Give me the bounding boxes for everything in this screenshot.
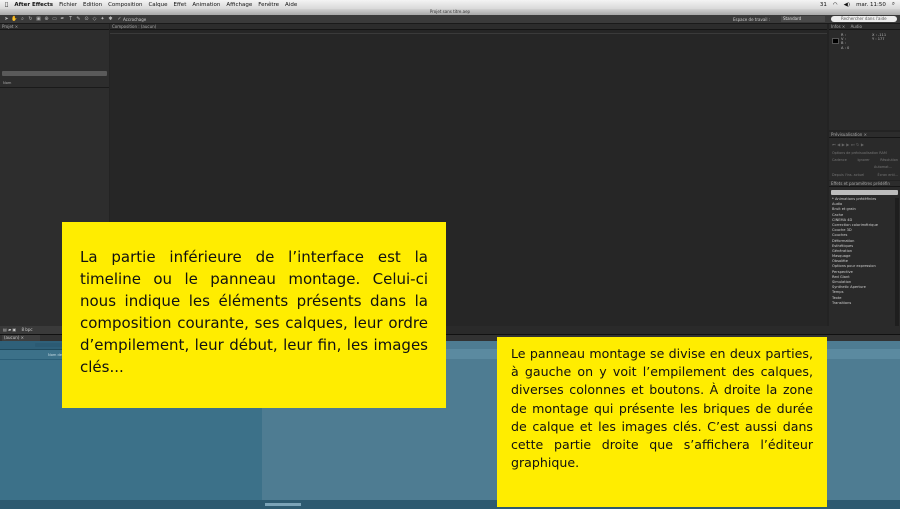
- from-current-checkbox[interactable]: Depuis l'ins. actuel: [832, 173, 864, 177]
- info-panel: [829, 24, 900, 130]
- battery-indicator[interactable]: 31: [820, 2, 827, 8]
- project-column-name[interactable]: Nom: [3, 81, 11, 85]
- menu-clock[interactable]: mar. 11:50: [856, 2, 886, 8]
- tools-toolbar: ➤ ✋ ⌕ ↻ ▣ ⊕ ▭ ✒ T ✎ ⊙ ◇ ✦ ✱ ✓ Accrochage…: [0, 15, 900, 24]
- resolution-col: Résolution: [880, 158, 898, 162]
- timeline-search-input[interactable]: [35, 343, 65, 347]
- timeline-zoom-slider[interactable]: [265, 503, 301, 506]
- ram-preview-icon[interactable]: ▶: [861, 142, 866, 147]
- mask-tool-icon[interactable]: ▭: [51, 16, 58, 23]
- workspace-select[interactable]: Standard: [781, 16, 825, 22]
- effects-item[interactable]: Transitions: [829, 301, 893, 306]
- brush-tool-icon[interactable]: ✎: [75, 16, 82, 23]
- effects-scrollbar[interactable]: [895, 198, 899, 326]
- callout-timeline: La partie inférieure de l’interface est …: [62, 222, 446, 408]
- preview-options: Depuis l'ins. actuel Écran enti...: [832, 173, 898, 177]
- clone-tool-icon[interactable]: ⊙: [83, 16, 90, 23]
- menu-affichage[interactable]: Affichage: [226, 2, 252, 8]
- eraser-tool-icon[interactable]: ◇: [91, 16, 98, 23]
- skip-col: Ignorer: [857, 158, 870, 162]
- menu-fichier[interactable]: Fichier: [59, 2, 77, 8]
- menu-calque[interactable]: Calque: [148, 2, 167, 8]
- project-divider: [0, 87, 109, 88]
- hand-tool-icon[interactable]: ✋: [11, 16, 18, 23]
- effects-list: * Animations prédéfinies Audio Bruit et …: [829, 197, 893, 306]
- rate-col: Cadence: [832, 158, 847, 162]
- info-y: Y : 177: [872, 37, 885, 42]
- info-panel-tabs: Infos × Audio: [829, 24, 900, 30]
- color-swatch: [832, 38, 839, 44]
- roto-brush-tool-icon[interactable]: ✦: [99, 16, 106, 23]
- info-xy-values: X : -111 Y : 177: [872, 33, 886, 41]
- project-panel-tab[interactable]: Projet ×: [0, 24, 109, 30]
- info-color-values: R : V : B : A : 0: [841, 33, 849, 50]
- composition-panel-tab[interactable]: Composition : (aucun): [110, 24, 827, 30]
- wifi-icon[interactable]: ◠: [833, 2, 838, 8]
- workspace-label: Espace de travail :: [733, 17, 771, 22]
- effects-search-input[interactable]: [831, 190, 898, 195]
- menu-composition[interactable]: Composition: [108, 2, 142, 8]
- new-comp-icon[interactable]: ▣: [12, 327, 16, 332]
- audio-tab[interactable]: Audio: [851, 24, 862, 29]
- folder-icon[interactable]: ▰: [8, 327, 11, 332]
- preview-columns: Cadence Ignorer Résolution: [832, 158, 898, 162]
- menu-fenetre[interactable]: Fenêtre: [258, 2, 279, 8]
- preview-controls[interactable]: ⏮◀▶▶⏭↻▶: [832, 142, 865, 147]
- menu-aide[interactable]: Aide: [285, 2, 297, 8]
- snap-label: Accrochage: [123, 17, 147, 22]
- menu-effet[interactable]: Effet: [174, 2, 187, 8]
- info-a: A : 0: [841, 45, 850, 50]
- effects-panel-tab[interactable]: Effets et paramètres prédéfin: [829, 181, 900, 187]
- spotlight-icon[interactable]: ⌕: [892, 1, 895, 8]
- menu-edition[interactable]: Edition: [83, 2, 102, 8]
- help-search-input[interactable]: Rechercher dans l'aide: [831, 16, 897, 22]
- rotate-tool-icon[interactable]: ↻: [27, 16, 34, 23]
- fullscreen-checkbox[interactable]: Écran enti...: [878, 173, 898, 177]
- pan-behind-tool-icon[interactable]: ⊕: [43, 16, 50, 23]
- bpc-label[interactable]: 8 bpc: [21, 327, 32, 332]
- menu-bar:  After Effects Fichier Edition Composit…: [0, 0, 900, 9]
- zoom-tool-icon[interactable]: ⌕: [19, 16, 26, 23]
- selection-tool-icon[interactable]: ➤: [3, 16, 10, 23]
- resolution-value[interactable]: Automat...: [874, 165, 892, 169]
- apple-icon[interactable]: : [5, 2, 8, 8]
- composition-ruler: [110, 33, 827, 34]
- callout-montage: Le panneau montage se divise en deux par…: [497, 337, 827, 507]
- interpret-icon[interactable]: ▤: [3, 327, 7, 332]
- ram-options-label: Options de prévisualisation RAM: [832, 151, 887, 155]
- camera-tool-icon[interactable]: ▣: [35, 16, 42, 23]
- text-tool-icon[interactable]: T: [67, 16, 74, 23]
- info-tab[interactable]: Infos ×: [831, 24, 845, 29]
- puppet-tool-icon[interactable]: ✱: [107, 16, 114, 23]
- snap-checkbox-icon[interactable]: ✓: [116, 16, 123, 23]
- pen-tool-icon[interactable]: ✒: [59, 16, 66, 23]
- menu-app[interactable]: After Effects: [14, 2, 53, 8]
- project-search-input[interactable]: [2, 71, 107, 76]
- volume-icon[interactable]: ◀): [844, 2, 850, 8]
- preview-panel-tab[interactable]: Prévisualisation ×: [829, 132, 900, 138]
- menu-animation[interactable]: Animation: [192, 2, 220, 8]
